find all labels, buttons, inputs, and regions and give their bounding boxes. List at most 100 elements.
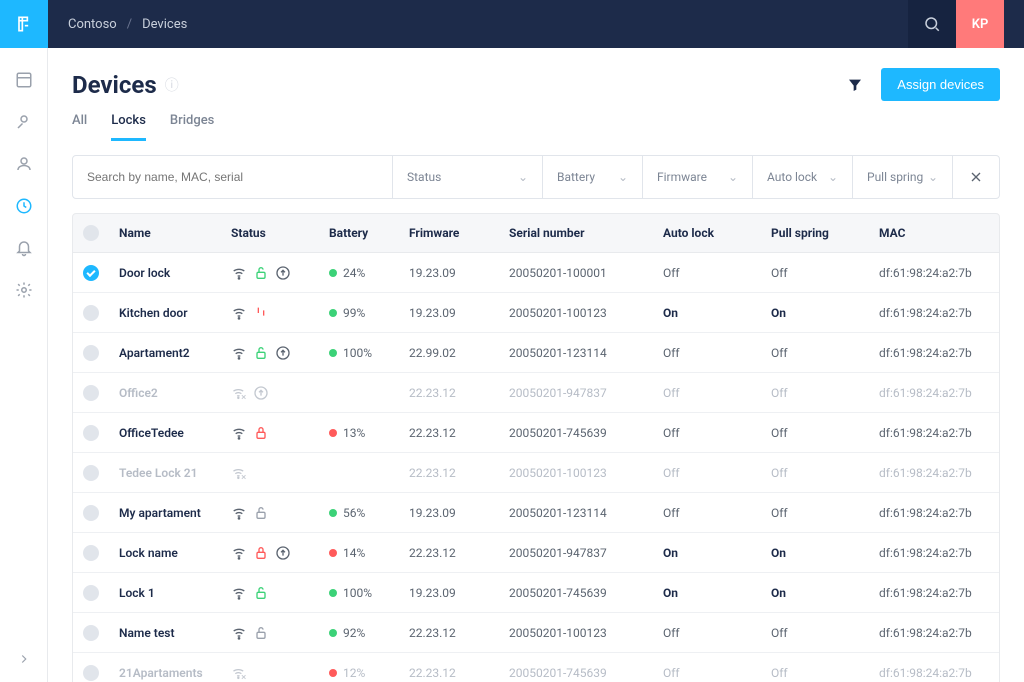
battery-dot (329, 629, 337, 637)
wifi-icon (231, 265, 247, 281)
sidebar-notifications-icon[interactable] (14, 238, 34, 258)
col-firmware[interactable]: Frimware (409, 226, 509, 240)
table-row[interactable]: Apartament2 100% 22.99.02 20050201-12311… (73, 333, 999, 373)
row-radio[interactable] (83, 385, 99, 401)
clear-filters-button[interactable] (953, 156, 999, 198)
table-row[interactable]: Office2 22.23.12 20050201-947837 Off Off… (73, 373, 999, 413)
search-cell[interactable] (73, 156, 393, 198)
wifi-icon (231, 585, 247, 601)
row-radio[interactable] (83, 345, 99, 361)
table-row[interactable]: My apartament 56% 19.23.09 20050201-1231… (73, 493, 999, 533)
select-all-radio[interactable] (83, 225, 99, 241)
breadcrumb-org[interactable]: Contoso (68, 17, 117, 32)
battery-dot (329, 549, 337, 557)
row-radio[interactable] (83, 505, 99, 521)
battery-cell: 100% (329, 586, 409, 600)
row-radio[interactable] (83, 425, 99, 441)
col-battery[interactable]: Battery (329, 226, 409, 240)
chevron-down-icon: ⌄ (728, 170, 738, 184)
battery-cell: 100% (329, 346, 409, 360)
mac-cell: df:61:98:24:a2:7b (879, 546, 989, 560)
sidebar-settings-icon[interactable] (14, 280, 34, 300)
row-radio[interactable] (83, 545, 99, 561)
firmware-cell: 19.23.09 (409, 506, 509, 520)
pullspring-cell: Off (771, 426, 879, 440)
sidebar-keys-icon[interactable] (14, 112, 34, 132)
table-row[interactable]: Tedee Lock 21 22.23.12 20050201-100123 O… (73, 453, 999, 493)
pullspring-cell: On (771, 586, 879, 600)
row-radio[interactable] (83, 625, 99, 641)
breadcrumb-page[interactable]: Devices (142, 17, 187, 32)
autolock-cell: Off (663, 506, 771, 520)
tab-locks[interactable]: Locks (111, 107, 146, 141)
device-name: Name test (119, 626, 231, 640)
battery-dot (329, 309, 337, 317)
status-icons (231, 425, 329, 441)
wifi-icon (231, 385, 247, 401)
device-name: My apartament (119, 506, 231, 520)
logo[interactable] (0, 0, 48, 48)
row-radio[interactable] (83, 665, 99, 681)
upload-icon (275, 345, 291, 361)
col-serial[interactable]: Serial number (509, 226, 663, 240)
sidebar-activity-icon[interactable] (14, 196, 34, 216)
mac-cell: df:61:98:24:a2:7b (879, 666, 989, 680)
logo-icon (14, 14, 34, 34)
sidebar-dashboard-icon[interactable] (14, 70, 34, 90)
col-status[interactable]: Status (231, 226, 329, 240)
mac-cell: df:61:98:24:a2:7b (879, 266, 989, 280)
filter-row: Status⌄ Battery⌄ Firmware⌄ Auto lock⌄ Pu… (72, 155, 1000, 199)
serial-cell: 20050201-123114 (509, 506, 663, 520)
tab-bridges[interactable]: Bridges (170, 107, 214, 141)
serial-cell: 20050201-745639 (509, 426, 663, 440)
filter-pullspring[interactable]: Pull spring⌄ (853, 156, 953, 198)
search-input[interactable] (87, 170, 378, 184)
table-row[interactable]: OfficeTedee 13% 22.23.12 20050201-745639… (73, 413, 999, 453)
table-row[interactable]: Door lock 24% 19.23.09 20050201-100001 O… (73, 253, 999, 293)
table-row[interactable]: 21Apartaments 12% 22.23.12 20050201-7456… (73, 653, 999, 682)
row-radio[interactable] (83, 305, 99, 321)
info-icon[interactable]: ⓘ (165, 75, 179, 95)
col-autolock[interactable]: Auto lock (663, 226, 771, 240)
wifi-icon (231, 305, 247, 321)
autolock-cell: Off (663, 386, 771, 400)
serial-cell: 20050201-947837 (509, 546, 663, 560)
avatar[interactable]: KP (956, 0, 1004, 48)
row-radio[interactable] (83, 265, 99, 281)
mac-cell: df:61:98:24:a2:7b (879, 306, 989, 320)
sidebar-expand-icon[interactable] (17, 652, 31, 666)
row-radio[interactable] (83, 585, 99, 601)
device-name: Kitchen door (119, 306, 231, 320)
wifi-icon (231, 345, 247, 361)
filter-firmware[interactable]: Firmware⌄ (643, 156, 753, 198)
col-mac[interactable]: MAC (879, 226, 989, 240)
row-radio[interactable] (83, 465, 99, 481)
col-pullspring[interactable]: Pull spring (771, 226, 879, 240)
filter-battery[interactable]: Battery⌄ (543, 156, 643, 198)
col-name[interactable]: Name (119, 226, 231, 240)
pullspring-cell: Off (771, 346, 879, 360)
assign-devices-button[interactable]: Assign devices (881, 68, 1000, 101)
filter-icon[interactable] (847, 77, 863, 93)
sidebar-users-icon[interactable] (14, 154, 34, 174)
status-icons (231, 625, 329, 641)
lock-icon (253, 425, 269, 441)
table-row[interactable]: Kitchen door 99% 19.23.09 20050201-10012… (73, 293, 999, 333)
autolock-cell: On (663, 306, 771, 320)
status-icons (231, 345, 329, 361)
tab-all[interactable]: All (72, 107, 87, 141)
global-search-button[interactable] (908, 0, 956, 48)
battery-dot (329, 669, 337, 677)
wifi-icon (231, 505, 247, 521)
filter-status[interactable]: Status⌄ (393, 156, 543, 198)
page-title: Devices (72, 71, 157, 99)
mac-cell: df:61:98:24:a2:7b (879, 506, 989, 520)
status-icons (231, 665, 329, 681)
filter-autolock[interactable]: Auto lock⌄ (753, 156, 853, 198)
serial-cell: 20050201-947837 (509, 386, 663, 400)
serial-cell: 20050201-123114 (509, 346, 663, 360)
table-row[interactable]: Lock 1 100% 19.23.09 20050201-745639 On … (73, 573, 999, 613)
battery-dot (329, 349, 337, 357)
table-row[interactable]: Name test 92% 22.23.12 20050201-100123 O… (73, 613, 999, 653)
table-row[interactable]: Lock name 14% 22.23.12 20050201-947837 O… (73, 533, 999, 573)
